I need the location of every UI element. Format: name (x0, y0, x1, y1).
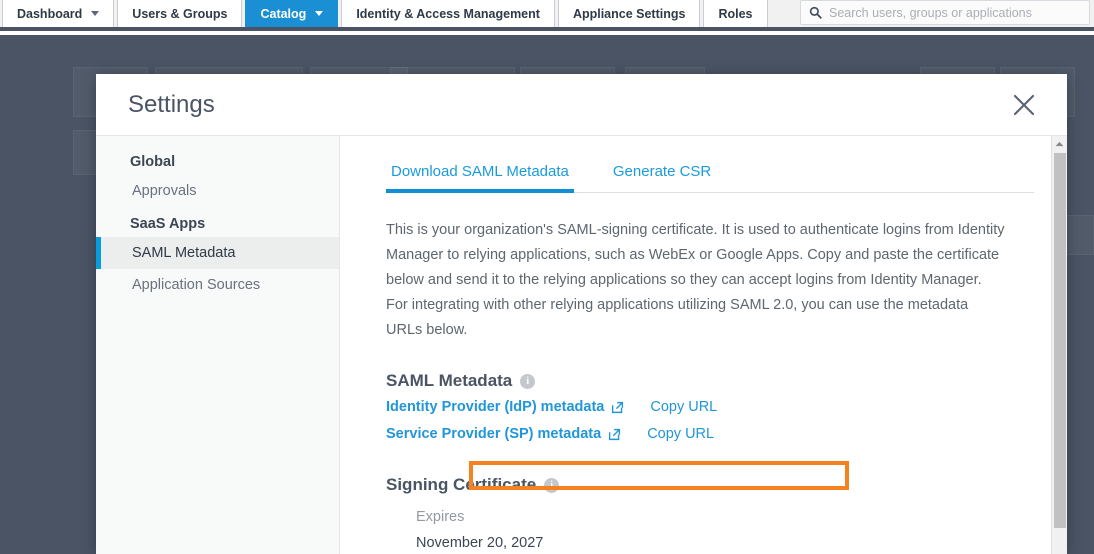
chevron-down-icon (91, 11, 100, 16)
nav-tab-list: Dashboard Users & Groups Catalog Identit… (0, 0, 771, 27)
sp-copy-url-button[interactable]: Copy URL (647, 426, 714, 442)
nav-tab-label: Catalog (260, 6, 307, 21)
search-input[interactable] (829, 5, 1081, 20)
section-title: Signing Certificate (386, 475, 537, 494)
nav-tab-label: Appliance Settings (572, 6, 686, 21)
signing-certificate-section-header: Signing Certificate i (386, 475, 1067, 495)
sidebar-item-application-sources[interactable]: Application Sources (96, 269, 339, 301)
info-icon[interactable]: i (544, 477, 560, 493)
sidebar-item-saml-metadata[interactable]: SAML Metadata (96, 237, 339, 269)
nav-tab-label: Identity & Access Management (356, 6, 540, 21)
link-label: Identity Provider (IdP) metadata (386, 399, 605, 415)
nav-tab-identity-access-management[interactable]: Identity & Access Management (341, 0, 555, 27)
nav-tab-label: Dashboard (17, 6, 83, 21)
description-text: This is your organization's SAML-signing… (386, 222, 1005, 338)
chevron-down-icon (315, 11, 324, 16)
idp-metadata-link[interactable]: Identity Provider (IdP) metadata (386, 399, 624, 415)
chevron-up-icon (1055, 141, 1064, 147)
global-search[interactable] (800, 0, 1090, 25)
close-icon (1013, 94, 1035, 115)
close-button[interactable] (1009, 90, 1039, 120)
nav-tab-label: Roles (718, 6, 753, 21)
section-title: SAML Metadata (386, 371, 513, 390)
tab-generate-csr[interactable]: Generate CSR (608, 163, 716, 193)
sidebar-group-saas-apps: SaaS Apps (130, 216, 206, 232)
external-link-icon (612, 401, 624, 413)
idp-metadata-row: Identity Provider (IdP) metadata Copy UR… (386, 394, 1067, 420)
nav-tab-dashboard[interactable]: Dashboard (2, 0, 115, 27)
certificate-expires-value: November 20, 2027 (416, 535, 544, 551)
settings-sidebar: Global Approvals SaaS Apps SAML Metadata… (96, 136, 340, 554)
sidebar-group-global: Global (130, 154, 176, 170)
main-tab-list: Download SAML Metadata Generate CSR (386, 163, 1034, 193)
settings-main-panel: Download SAML Metadata Generate CSR This… (340, 136, 1067, 554)
link-label: Service Provider (SP) metadata (386, 426, 602, 442)
sidebar-item-approvals[interactable]: Approvals (96, 175, 339, 207)
tab-download-saml-metadata[interactable]: Download SAML Metadata (386, 163, 574, 193)
tab-label: Download SAML Metadata (391, 163, 569, 180)
external-link-icon (609, 428, 621, 440)
dialog-header: Settings (96, 74, 1067, 136)
search-icon (809, 6, 822, 19)
saml-metadata-section-header: SAML Metadata i (386, 371, 1067, 391)
main-content: Download SAML Metadata Generate CSR This… (340, 136, 1067, 551)
sp-metadata-row: Service Provider (SP) metadata Copy URL (386, 421, 1067, 447)
nav-tab-catalog[interactable]: Catalog (245, 0, 339, 27)
info-icon[interactable]: i (520, 373, 536, 389)
page-title: Settings (128, 90, 215, 118)
dialog-body: Global Approvals SaaS Apps SAML Metadata… (96, 136, 1067, 554)
sp-metadata-link[interactable]: Service Provider (SP) metadata (386, 426, 621, 442)
tab-label: Generate CSR (612, 163, 712, 180)
nav-tab-appliance-settings[interactable]: Appliance Settings (557, 0, 701, 27)
certificate-expires-label: Expires (416, 509, 465, 525)
idp-copy-url-button[interactable]: Copy URL (650, 399, 717, 415)
settings-dialog: Settings Global Approvals SaaS Apps SAML… (96, 74, 1067, 554)
app-root: Dashboard Users & Groups Catalog Identit… (0, 0, 1094, 554)
scroll-up-button[interactable] (1052, 136, 1067, 152)
main-scrollbar[interactable] (1051, 136, 1067, 554)
nav-tab-users-groups[interactable]: Users & Groups (117, 0, 243, 27)
nav-tab-roles[interactable]: Roles (703, 0, 768, 27)
top-navigation-bar: Dashboard Users & Groups Catalog Identit… (0, 0, 1094, 31)
scrollbar-thumb[interactable] (1054, 153, 1066, 528)
nav-tab-label: Users & Groups (132, 6, 228, 21)
